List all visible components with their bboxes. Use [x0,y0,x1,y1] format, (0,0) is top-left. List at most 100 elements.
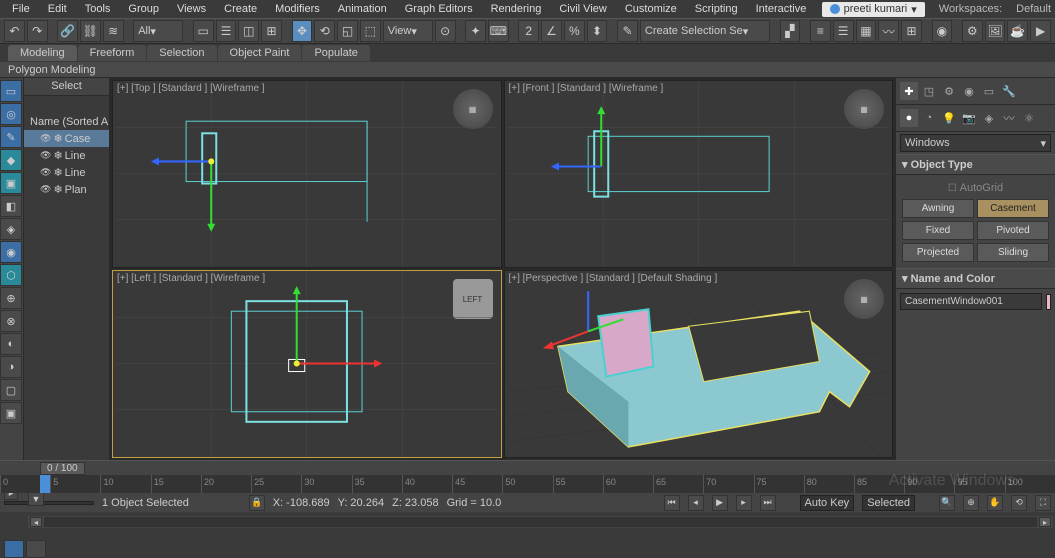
tab-objectpaint[interactable]: Object Paint [218,45,302,61]
viewport-label[interactable]: [+] [Perspective ] [Standard ] [Default … [509,273,718,284]
spacewarps-icon[interactable]: 〰 [1000,109,1018,127]
scroll-left[interactable]: ◂ [30,517,42,527]
motion-tab-icon[interactable]: ◉ [960,82,978,100]
lt-select[interactable]: ▭ [0,80,22,102]
menu-create[interactable]: Create [216,2,265,16]
object-name-input[interactable] [900,293,1042,310]
scene-item-plan[interactable]: 👁 ❄ Plan [24,181,109,198]
goto-start-button[interactable]: ⏮ [664,495,680,511]
current-frame[interactable]: 0 / 100 [40,462,85,475]
visibility-icon[interactable]: 👁 [40,150,51,161]
menu-interactive[interactable]: Interactive [748,2,815,16]
lt-edit[interactable]: ✎ [0,126,22,148]
placement-button[interactable]: ⬚ [360,20,381,42]
freeze-icon[interactable]: ❄ [53,183,62,196]
lt-tool1[interactable]: ◧ [0,195,22,217]
select-button[interactable]: ▭ [193,20,214,42]
tab-populate[interactable]: Populate [302,45,369,61]
rollout-object-type[interactable]: ▾ Object Type [896,154,1055,175]
display-tab-icon[interactable]: ▭ [980,82,998,100]
menu-grapheditors[interactable]: Graph Editors [397,2,481,16]
viewport-label[interactable]: [+] [Front ] [Standard ] [Wireframe ] [509,83,664,94]
shapes-icon[interactable]: ◔ [920,109,938,127]
lt-tool6[interactable]: ⊗ [0,310,22,332]
lt-tool7[interactable]: ◐ [0,333,22,355]
viewport-top[interactable]: [+] [Top ] [Standard ] [Wireframe ] ▦ [112,80,502,268]
render-setup-button[interactable]: ⚙ [962,20,983,42]
render-frame-button[interactable]: 🖼 [985,20,1006,42]
lt-tool9[interactable]: ▢ [0,379,22,401]
projected-button[interactable]: Projected [902,243,974,262]
pan-button[interactable]: ✋ [987,495,1003,511]
lt-tool3[interactable]: ◉ [0,241,22,263]
viewport-perspective[interactable]: [+] [Perspective ] [Standard ] [Default … [504,270,894,458]
modify-tab-icon[interactable]: ◳ [920,82,938,100]
autokey-button[interactable]: Auto Key [800,495,855,511]
vp-layout-button[interactable] [4,540,24,558]
visibility-icon[interactable]: 👁 [40,167,51,178]
move-button[interactable]: ✥ [292,20,313,42]
curve-editor-button[interactable]: 〰 [878,20,899,42]
lt-tool5[interactable]: ⊕ [0,287,22,309]
hierarchy-tab-icon[interactable]: ⚙ [940,82,958,100]
lt-tool4[interactable]: ⬡ [0,264,22,286]
rotate-button[interactable]: ⟲ [314,20,335,42]
lt-tool10[interactable]: ▣ [0,402,22,424]
layers-button[interactable]: ☰ [833,20,854,42]
select-name-button[interactable]: ☰ [216,20,237,42]
viewport-front[interactable]: [+] [Front ] [Standard ] [Wireframe ] ▦ [504,80,894,268]
coord-z[interactable]: Z: 23.058 [392,497,438,509]
scene-item-line1[interactable]: 👁 ❄ Line [24,147,109,164]
autogrid-checkbox[interactable]: ☐ AutoGrid [900,179,1051,197]
filter-icon[interactable]: ▼ [28,492,44,506]
render-button[interactable]: ☕ [1007,20,1028,42]
spinner-snap-button[interactable]: ⬍ [587,20,608,42]
freeze-icon[interactable]: ❄ [53,149,62,162]
keymode-dropdown[interactable]: Selected [862,495,915,511]
window-crossing-button[interactable]: ⊞ [261,20,282,42]
toggle-ribbon-button[interactable]: ▦ [856,20,877,42]
lt-hierarchy[interactable]: ◆ [0,149,22,171]
fixed-button[interactable]: Fixed [902,221,974,240]
visibility-icon[interactable]: 👁 [40,184,51,195]
orbit-button[interactable]: ⟲ [1011,495,1027,511]
helpers-icon[interactable]: ◈ [980,109,998,127]
next-frame-button[interactable]: ▸ [736,495,752,511]
coord-y[interactable]: Y: 20.264 [338,497,385,509]
snap-percent-button[interactable]: % [564,20,585,42]
menu-modifiers[interactable]: Modifiers [267,2,328,16]
named-selection-dropdown[interactable]: Create Selection Se ▾ [640,20,770,42]
zoom-button[interactable]: 🔍 [939,495,955,511]
link-button[interactable]: 🔗 [57,20,78,42]
menu-customize[interactable]: Customize [617,2,685,16]
workspace-value[interactable]: Default [1016,3,1051,15]
rollout-name-color[interactable]: ▾ Name and Color [896,268,1055,289]
geometry-icon[interactable]: ● [900,109,918,127]
freeze-icon[interactable]: ❄ [53,166,62,179]
awning-button[interactable]: Awning [902,199,974,218]
lt-tool8[interactable]: ◑ [0,356,22,378]
lt-groups[interactable]: ▣ [0,172,22,194]
keyboard-button[interactable]: ⌨ [488,20,509,42]
tab-freeform[interactable]: Freeform [78,45,147,61]
menu-civilview[interactable]: Civil View [551,2,614,16]
create-tab-icon[interactable]: ✚ [900,82,918,100]
scroll-track[interactable] [44,517,1037,527]
tab-selection[interactable]: Selection [147,45,216,61]
undo-button[interactable]: ↶ [4,20,25,42]
tab-modeling[interactable]: Modeling [8,45,77,61]
cameras-icon[interactable]: 📷 [960,109,978,127]
menu-scripting[interactable]: Scripting [687,2,746,16]
freeze-icon[interactable]: ❄ [53,132,62,145]
scale-button[interactable]: ◱ [337,20,358,42]
menu-group[interactable]: Group [120,2,167,16]
lt-tool2[interactable]: ◈ [0,218,22,240]
menu-edit[interactable]: Edit [40,2,75,16]
lights-icon[interactable]: 💡 [940,109,958,127]
scene-name-column[interactable]: Name (Sorted A [24,114,109,130]
ref-coord-dropdown[interactable]: View ▾ [383,20,433,42]
viewport-left[interactable]: [+] [Left ] [Standard ] [Wireframe ] LEF… [112,270,502,458]
menu-views[interactable]: Views [169,2,214,16]
menu-file[interactable]: File [4,2,38,16]
goto-end-button[interactable]: ⏭ [760,495,776,511]
